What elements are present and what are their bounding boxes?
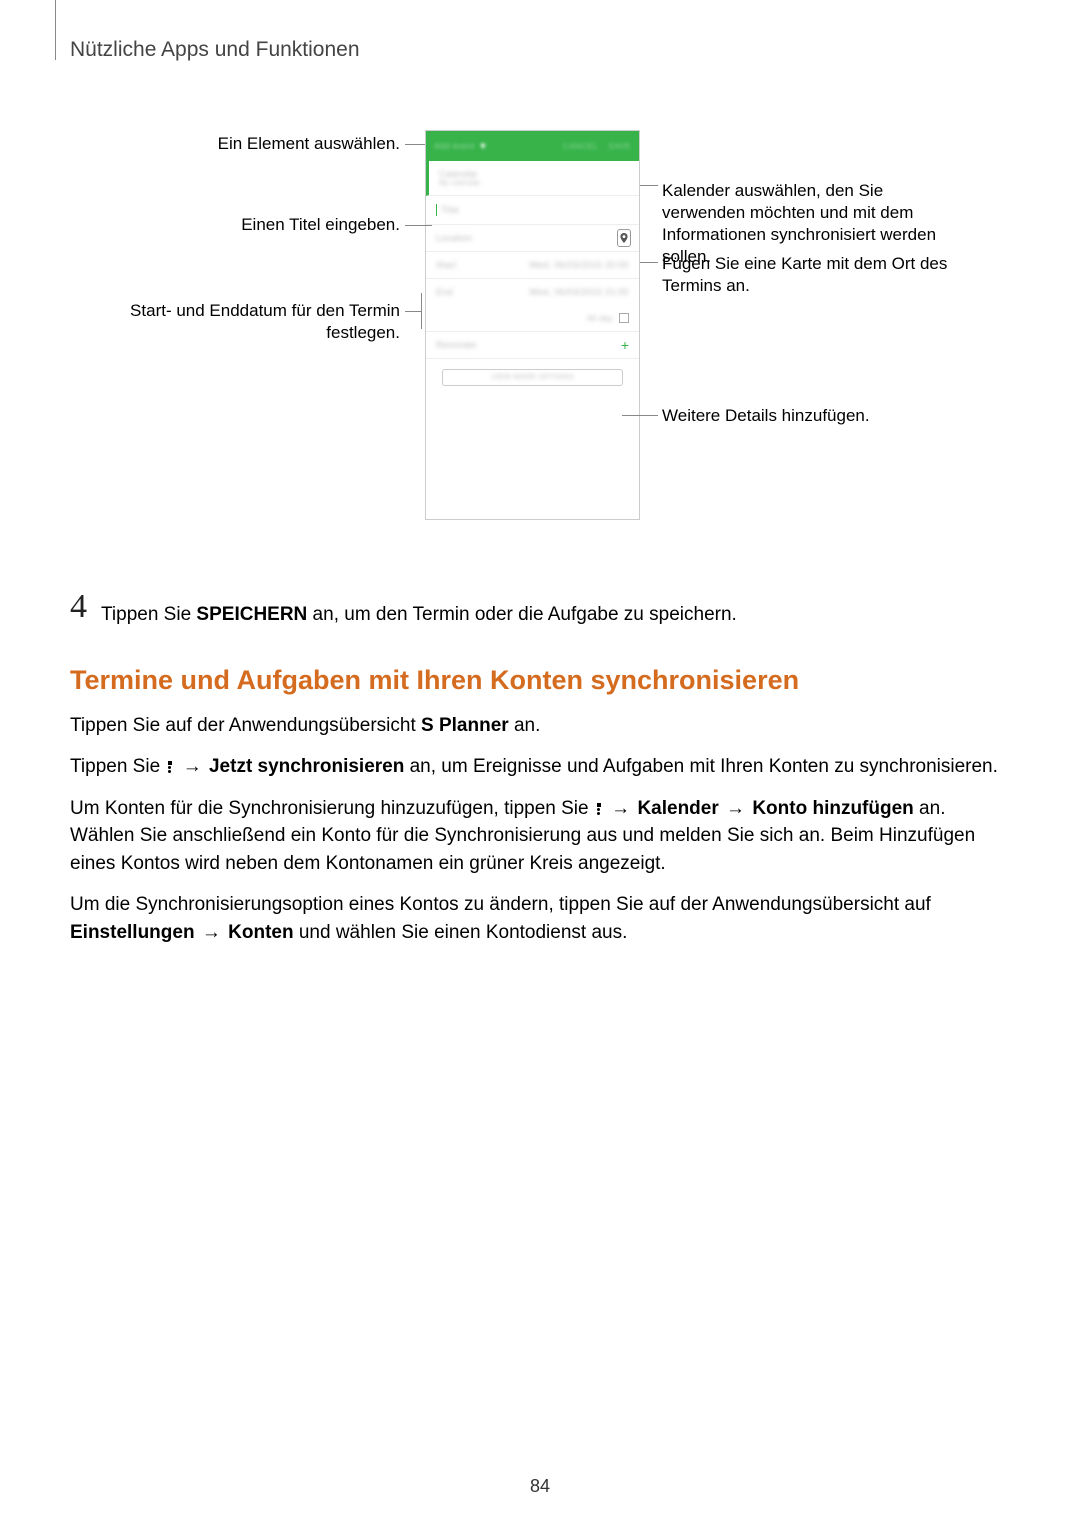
start-row: Start Wed, 06/03/2015 20:00 [426,252,639,279]
callout-text: Fügen Sie eine Karte mit dem Ort des [662,254,947,273]
lead-line [622,415,658,416]
bold-text: S Planner [421,715,509,736]
location-placeholder: Location [436,233,472,243]
reminder-row: Reminder + [426,332,639,359]
title-placeholder: Title [441,205,459,215]
step-text: Tippen Sie SPEICHERN an, um den Termin o… [101,590,737,629]
topbar-title: Add event [434,141,475,151]
more-options-icon [597,802,601,816]
dropdown-icon: ▼ [479,141,488,151]
text: an. [509,715,541,736]
callout-more-details: Weitere Details hinzufügen. [662,405,1012,427]
text: Um die Synchronisierungsoption eines Kon… [70,894,931,915]
step-4: 4 Tippen Sie SPEICHERN an, um den Termin… [70,590,1010,629]
page-header-title: Nützliche Apps und Funktionen [70,38,360,62]
step-number: 4 [70,590,87,624]
lead-line [405,225,432,226]
text: an, um den Termin oder die Aufgabe zu sp… [307,604,737,625]
allday-checkbox [619,313,629,323]
text: und wählen Sie einen Kontodienst aus. [294,922,628,943]
lead-tick [421,293,422,329]
paragraph-2: Tippen Sie → Jetzt synchronisieren an, u… [70,753,1010,781]
more-options-button: VIEW MORE OPTIONS [442,369,623,386]
callout-enter-title: Einen Titel eingeben. [70,214,400,236]
start-label: Start [436,260,457,270]
lead-line [640,262,658,263]
reminder-label: Reminder [436,340,477,350]
phone-screenshot: Add event ▼ CANCEL SAVE Calendar My cale… [425,130,640,520]
callout-start-end2: festlegen. [70,322,400,344]
title-row: Title [426,196,639,225]
plus-icon: + [621,337,629,353]
page-number: 84 [530,1476,550,1497]
allday-row: All day [426,305,639,332]
bold-text: SPEICHERN [196,604,307,625]
paragraph-1: Tippen Sie auf der Anwendungsübersicht S… [70,712,1010,740]
more-options-icon [168,760,172,774]
callout-text: Informationen synchronisiert werden [662,225,936,244]
lead-line [405,311,421,312]
bold-text: Kalender [637,798,718,819]
callout-text: Kalender auswählen, den Sie [662,181,883,200]
location-row: Location [426,225,639,252]
calendar-label: Calendar [439,169,478,179]
callout-select-element: Ein Element auswählen. [70,133,400,155]
screenshot-topbar: Add event ▼ CANCEL SAVE [426,131,639,161]
margin-line [55,0,56,60]
topbar-save: SAVE [608,142,631,151]
bold-text: Konto hinzufügen [752,798,913,819]
figure-container: Add event ▼ CANCEL SAVE Calendar My cale… [70,130,1010,530]
lead-line [640,185,658,186]
end-value: Wed, 06/03/2015 21:00 [529,287,629,297]
paragraph-3: Um Konten für die Synchronisierung hinzu… [70,795,1010,878]
paragraph-4: Um die Synchronisierungsoption eines Kon… [70,891,1010,946]
arrow-icon: → [719,798,753,819]
text: Tippen Sie [70,756,165,777]
text: an, um Ereignisse und Aufgaben mit Ihren… [404,756,998,777]
arrow-icon: → [195,922,229,943]
end-row: End Wed, 06/03/2015 21:00 [426,279,639,305]
arrow-icon: → [604,798,638,819]
text: Tippen Sie auf der Anwendungsübersicht [70,715,421,736]
text-cursor [436,204,437,216]
section-heading: Termine und Aufgaben mit Ihren Konten sy… [70,665,1010,696]
callout-start-end1: Start- und Enddatum für den Termin [70,300,400,322]
end-label: End [436,287,453,297]
bold-text: Einstellungen [70,922,195,943]
bold-text: Jetzt synchronisieren [209,756,404,777]
start-value: Wed, 06/03/2015 20:00 [529,260,629,270]
text: Tippen Sie [101,604,196,625]
allday-label: All day [587,314,613,323]
calendar-row: Calendar My calendar [426,161,639,196]
location-pin-icon [617,229,631,247]
arrow-icon: → [175,756,209,777]
callout-text: Termins an. [662,276,750,295]
topbar-cancel: CANCEL [563,142,598,151]
calendar-sub: My calendar [439,180,480,187]
lead-line [405,144,425,145]
callout-text: verwenden möchten und mit dem [662,203,913,222]
more-options-label: VIEW MORE OPTIONS [491,374,574,381]
callout-add-map: Fügen Sie eine Karte mit dem Ort des Ter… [662,253,1012,297]
text: Um Konten für die Synchronisierung hinzu… [70,798,594,819]
bold-text: Konten [228,922,293,943]
